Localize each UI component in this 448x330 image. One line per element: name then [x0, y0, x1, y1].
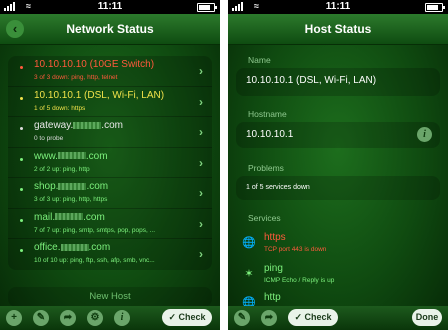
- service-name: ping: [264, 263, 283, 274]
- host-name: shop. .com: [34, 181, 108, 192]
- new-host-button[interactable]: New Host: [8, 287, 212, 307]
- host-name: gateway. .com: [34, 120, 123, 131]
- hostname-value: 10.10.10.1: [246, 129, 294, 140]
- check-label: Check: [178, 312, 206, 322]
- host-status: 3 of 3 down: ping, http, telnet: [34, 74, 118, 81]
- clock: 11:11: [325, 1, 351, 12]
- host-status: 0 to probe: [34, 135, 64, 142]
- status-bar: ≈ 11:11: [0, 0, 220, 14]
- page-title: Host Status: [304, 22, 372, 36]
- service-detail: TCP port 443 is down: [264, 246, 327, 253]
- service-name: https: [264, 232, 286, 243]
- name-value: 10.10.10.1 (DSL, Wi-Fi, LAN): [246, 75, 377, 86]
- done-button[interactable]: Done: [412, 309, 442, 326]
- host-name-suffix: .com: [101, 120, 123, 131]
- service-detail: ICMP Echo / Reply is up: [264, 277, 335, 284]
- battery-icon: [425, 3, 445, 12]
- host-list: 10.10.10.10 (10GE Switch) 3 of 3 down: p…: [8, 56, 212, 270]
- status-dot: [20, 66, 23, 69]
- status-dot: [20, 218, 23, 222]
- chevron-right-icon: ›: [199, 64, 203, 78]
- host-status: 10 of 10 up: ping, ftp, ssh, afp, smb, v…: [34, 257, 155, 264]
- status-bar: ≈ 11:11: [228, 0, 448, 14]
- host-name-prefix: mail.: [34, 211, 56, 223]
- chevron-right-icon: ›: [199, 125, 203, 139]
- chevron-right-icon: ›: [199, 216, 203, 231]
- redacted-blur: [73, 121, 102, 129]
- host-status: 1 of 5 down: https: [34, 104, 86, 112]
- globe-icon: 🌐: [242, 237, 256, 249]
- host-name-suffix: .com: [85, 150, 108, 162]
- service-name: http: [264, 292, 281, 303]
- host-name: mail. .com: [34, 212, 105, 223]
- status-dot: [20, 188, 23, 191]
- problems-value: 1 of 5 services down: [246, 184, 310, 191]
- info-icon[interactable]: i: [417, 127, 432, 142]
- problems-label: Problems: [248, 163, 284, 173]
- host-name-prefix: office.: [34, 242, 61, 253]
- host-row[interactable]: mail. .com 7 of 7 up: ping, smtp, smtps, …: [8, 209, 212, 239]
- host-name-prefix: www.: [34, 150, 58, 162]
- bottom-toolbar: + ✎ ➦ ⚙ i ✓ Check: [0, 306, 220, 330]
- hostname-field[interactable]: 10.10.10.1 i: [236, 122, 440, 148]
- host-row[interactable]: gateway. .com 0 to probe ›: [8, 117, 212, 148]
- redacted-blur: [60, 243, 89, 251]
- host-name: 10.10.10.10 (10GE Switch): [34, 59, 155, 70]
- edit-icon[interactable]: ✎: [33, 310, 49, 326]
- network-status-screen: ≈ 11:11 ‹ Network Status 10.10.10.10 (10…: [0, 0, 220, 330]
- name-field[interactable]: 10.10.10.1 (DSL, Wi-Fi, LAN): [236, 68, 440, 96]
- ping-icon: ✶: [244, 268, 254, 280]
- name-label: Name: [248, 55, 271, 65]
- service-row[interactable]: 🌐 https TCP port 443 is down: [236, 230, 440, 258]
- host-row[interactable]: 10.10.10.10 (10GE Switch) 3 of 3 down: p…: [8, 56, 212, 87]
- status-dot: [20, 127, 23, 130]
- host-name-suffix: .com: [86, 181, 109, 192]
- clock: 11:11: [97, 1, 123, 12]
- host-name-prefix: gateway.: [34, 120, 74, 131]
- check-label: Check: [304, 312, 332, 322]
- check-button[interactable]: ✓ Check: [288, 309, 338, 326]
- redacted-blur: [58, 182, 87, 190]
- host-row[interactable]: shop. .com 3 of 3 up: ping, http, https ›: [8, 178, 212, 209]
- host-status: 7 of 7 up: ping, smtp, smtps, pop, pops,…: [34, 226, 156, 234]
- bottom-toolbar: ✎ ➦ ✓ Check Done: [228, 306, 448, 330]
- redacted-blur: [55, 213, 84, 221]
- edit-icon[interactable]: ✎: [234, 310, 250, 326]
- services-label: Services: [248, 213, 281, 223]
- status-dot: [20, 96, 23, 100]
- host-status: 2 of 2 up: ping, http: [34, 165, 90, 173]
- battery-icon: [197, 3, 217, 12]
- host-row[interactable]: office. .com 10 of 10 up: ping, ftp, ssh,…: [8, 239, 212, 270]
- host-status-screen: ≈ 11:11 Host Status Name 10.10.10.1 (DSL…: [228, 0, 448, 330]
- host-name: office. .com: [34, 242, 110, 253]
- service-row[interactable]: ✶ ping ICMP Echo / Reply is up: [236, 261, 440, 289]
- host-name: 10.10.10.1 (DSL, Wi-Fi, LAN): [34, 89, 165, 101]
- forward-icon[interactable]: ➦: [261, 310, 277, 326]
- host-row[interactable]: 10.10.10.1 (DSL, Wi-Fi, LAN) 1 of 5 down…: [8, 87, 212, 117]
- hostname-label: Hostname: [248, 109, 287, 119]
- chevron-right-icon: ›: [199, 94, 203, 109]
- page-title: Network Status: [66, 22, 154, 36]
- host-name-suffix: .com: [83, 211, 105, 223]
- host-row[interactable]: www. .com 2 of 2 up: ping, http ›: [8, 148, 212, 178]
- problems-field: 1 of 5 services down: [236, 176, 440, 200]
- host-name: www. .com: [34, 151, 108, 162]
- info-icon[interactable]: i: [114, 310, 130, 326]
- forward-icon[interactable]: ➦: [60, 310, 76, 326]
- host-name-prefix: shop.: [34, 181, 59, 192]
- nav-bar: Host Status: [228, 14, 448, 45]
- status-dot: [20, 157, 23, 161]
- chevron-right-icon: ›: [199, 186, 203, 200]
- tool-icon[interactable]: ⚙: [87, 310, 103, 326]
- chevron-right-icon: ›: [199, 155, 203, 170]
- host-name-suffix: .com: [88, 242, 111, 253]
- add-icon[interactable]: +: [6, 310, 22, 326]
- redacted-blur: [57, 152, 86, 160]
- check-button[interactable]: ✓ Check: [162, 309, 212, 326]
- chevron-right-icon: ›: [199, 247, 203, 261]
- status-dot: [20, 249, 23, 252]
- host-status: 3 of 3 up: ping, http, https: [34, 196, 108, 203]
- nav-bar: ‹ Network Status: [0, 14, 220, 45]
